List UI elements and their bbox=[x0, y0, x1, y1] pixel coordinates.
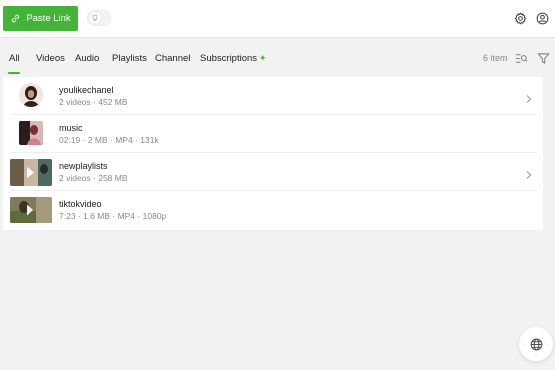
paste-link-button[interactable]: Paste Link bbox=[3, 6, 78, 31]
item-title: tiktokvideo bbox=[59, 199, 102, 209]
tab-channel[interactable]: Channel bbox=[155, 53, 190, 64]
paste-link-label: Paste Link bbox=[26, 13, 71, 24]
chevron-right-icon bbox=[524, 91, 533, 103]
item-title: youlikechanel bbox=[59, 85, 114, 95]
gear-icon[interactable] bbox=[514, 12, 527, 25]
video-thumbnail bbox=[10, 197, 52, 223]
tab-subscriptions-label: Subscriptions bbox=[200, 53, 258, 64]
lightbulb-icon bbox=[89, 12, 101, 24]
list-item[interactable]: tiktokvideo 7:23 · 1.6 MB · MP4 · 1080p bbox=[3, 191, 543, 229]
top-toolbar: Paste Link bbox=[0, 0, 555, 38]
user-circle-icon[interactable] bbox=[536, 12, 549, 25]
link-icon bbox=[10, 13, 21, 24]
tab-videos[interactable]: Videos bbox=[36, 53, 65, 64]
active-tab-indicator bbox=[8, 72, 20, 74]
sparkle-icon: ✦ bbox=[259, 53, 267, 63]
item-title: newplaylists bbox=[59, 161, 108, 171]
globe-icon bbox=[530, 338, 543, 351]
playlist-thumbnail bbox=[10, 159, 52, 186]
tab-all[interactable]: All bbox=[9, 53, 20, 64]
tab-subscriptions[interactable]: Subscriptions ✦ bbox=[200, 53, 267, 64]
item-meta: 2 videos · 258 MB bbox=[59, 173, 128, 183]
item-meta: 7:23 · 1.6 MB · MP4 · 1080p bbox=[59, 211, 167, 221]
channel-avatar bbox=[19, 83, 43, 107]
video-thumbnail bbox=[19, 121, 43, 145]
download-list: youlikechanel 2 videos · 452 MB music 02… bbox=[3, 77, 543, 230]
item-meta: 2 videos · 452 MB bbox=[59, 97, 128, 107]
filter-tabs: All Videos Audio Playlists Channel Subsc… bbox=[0, 39, 555, 77]
smart-mode-toggle[interactable] bbox=[87, 10, 111, 26]
item-count: 6 item bbox=[483, 53, 508, 63]
filter-icon[interactable] bbox=[537, 52, 550, 65]
tab-playlists[interactable]: Playlists bbox=[112, 53, 147, 64]
list-item[interactable]: youlikechanel 2 videos · 452 MB bbox=[3, 77, 543, 115]
list-item[interactable]: newplaylists 2 videos · 258 MB bbox=[3, 153, 543, 191]
language-button[interactable] bbox=[519, 327, 553, 361]
list-item[interactable]: music 02:19 · 2 MB · MP4 · 131k bbox=[3, 115, 543, 153]
item-title: music bbox=[59, 123, 83, 133]
item-meta: 02:19 · 2 MB · MP4 · 131k bbox=[59, 135, 159, 145]
tab-audio[interactable]: Audio bbox=[75, 53, 99, 64]
chevron-right-icon bbox=[524, 167, 533, 179]
search-list-icon[interactable] bbox=[515, 52, 528, 65]
